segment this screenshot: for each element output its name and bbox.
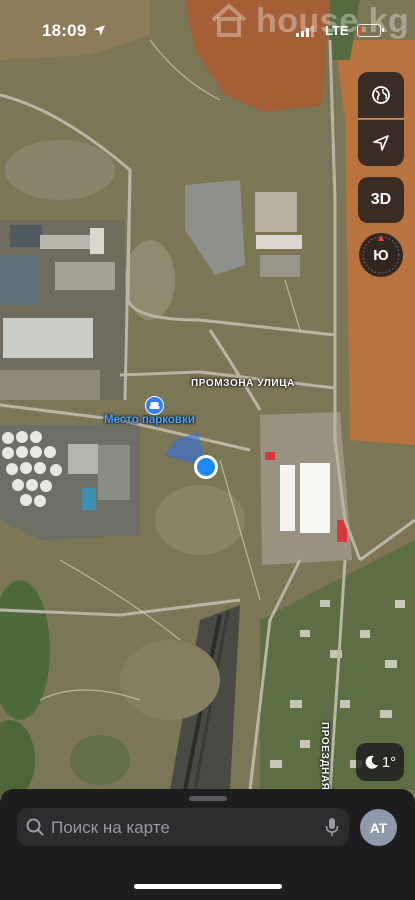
3d-button[interactable]: 3D: [358, 177, 404, 223]
compass-label: Ю: [373, 246, 389, 264]
search-placeholder[interactable]: Поиск на карте: [51, 818, 170, 838]
moon-icon: [365, 755, 378, 769]
poi-label[interactable]: Место парковки: [104, 414, 195, 426]
microphone-icon[interactable]: [325, 817, 339, 837]
location-services-icon: [94, 25, 105, 36]
cellular-signal-icon: [296, 26, 314, 37]
search-icon: [26, 818, 44, 836]
parking-icon[interactable]: [145, 396, 164, 415]
map-type-button[interactable]: [358, 72, 404, 118]
status-bar: 18:09 house.kg LTE: [0, 0, 415, 56]
battery-level: [359, 26, 362, 35]
account-avatar[interactable]: AT: [360, 809, 397, 846]
network-type: LTE: [325, 23, 349, 38]
compass-button[interactable]: Ю: [359, 233, 403, 277]
globe-icon: [372, 86, 390, 104]
watermark-logo-icon: [211, 3, 247, 37]
control-divider: [358, 118, 404, 119]
warehouse-roof: [3, 318, 93, 358]
current-location-button[interactable]: [358, 120, 404, 166]
weather-badge[interactable]: 1°: [356, 743, 404, 781]
home-indicator[interactable]: [134, 884, 282, 889]
battery-nub: [382, 28, 384, 32]
battery-icon: [357, 24, 381, 37]
street-label[interactable]: ПРОЕЗДНАЯ: [319, 722, 330, 791]
street-label[interactable]: ПРОМЗОНА УЛИЦА: [191, 378, 295, 389]
location-arrow-icon: [373, 135, 389, 151]
sheet-grabber[interactable]: [189, 796, 227, 801]
satellite-map[interactable]: [0, 0, 415, 900]
warehouse-roof: [280, 465, 295, 531]
status-time: 18:09: [42, 21, 87, 40]
warehouse-roof: [300, 463, 330, 533]
weather-temp: 1°: [381, 753, 397, 771]
